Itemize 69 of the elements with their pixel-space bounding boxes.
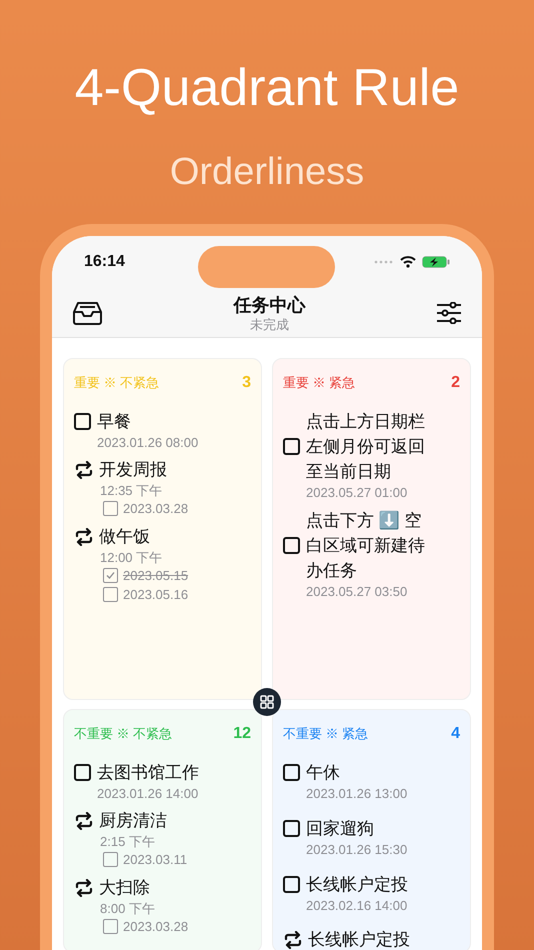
- task-count: 4: [451, 724, 460, 744]
- quadrant-title: 不重要 ※ 紧急: [283, 725, 368, 744]
- task-time: 12:35 下午: [99, 482, 164, 499]
- task-date: 2023.02.16 14:00: [305, 897, 408, 914]
- checkbox[interactable]: [283, 820, 300, 837]
- signal-icon: [374, 260, 394, 264]
- inbox-icon[interactable]: [72, 300, 103, 324]
- task-time: 12:00 下午: [99, 549, 164, 566]
- checkbox[interactable]: [103, 919, 118, 934]
- headline: 4-Quadrant Rule: [74, 58, 460, 119]
- quadrant-card[interactable]: 不重要 ※ 不紧急 12 去图书馆工作 2023.01.26 14:00 厨房清洁 2:15 下午 2023.03.11 大扫除 8:00 下午 2023.03.28: [63, 709, 262, 950]
- checkbox[interactable]: [103, 852, 118, 867]
- wifi-icon: [400, 256, 416, 268]
- quadrant-title: 不重要 ※ 不紧急: [74, 725, 172, 744]
- task-title: 早餐: [97, 411, 131, 433]
- task-date: 2023.01.26 13:00: [305, 785, 408, 802]
- task-title: 开发周报: [99, 459, 167, 481]
- repeat-icon: [74, 528, 94, 546]
- task-title: 长线帐户定投: [308, 929, 410, 950]
- occurrence-date: 2023.03.11: [123, 850, 188, 869]
- task-date: 2023.05.27 03:50: [305, 583, 408, 600]
- nav-subtitle: 未完成: [250, 316, 289, 332]
- repeat-icon: [74, 461, 94, 479]
- repeat-icon: [283, 931, 303, 949]
- task-date: 2023.05.27 01:00: [305, 484, 408, 501]
- task-count: 3: [242, 373, 251, 393]
- occurrence-date: 2023.03.28: [123, 918, 188, 936]
- checkbox[interactable]: [283, 876, 300, 893]
- checkmark-icon: [105, 570, 116, 581]
- quadrant-card[interactable]: 重要 ※ 紧急 2 点击上方日期栏左侧月份可返回至当前日期 2023.05.27 01:00 点击下方 ⬇ 空白区域可新建待办任务 2023.05.27 03:50: [272, 358, 471, 700]
- occurrence-date: 2023.03.28: [123, 500, 188, 518]
- checkbox[interactable]: [74, 764, 91, 781]
- task-title: 大扫除: [99, 877, 150, 899]
- task-title: 长线帐户定投: [306, 874, 408, 896]
- quadrant-card[interactable]: 不重要 ※ 紧急 4 午休 2023.01.26 13:00 回家遛狗 2023.01.26 15:30 长线帐户定投 2023.02.16 14:00 长线帐户定投: [272, 709, 471, 950]
- task-title: 点击下方 ⬇ 空白区域可新建待办任务: [306, 510, 426, 582]
- status-time: 16:14: [84, 252, 125, 272]
- checkbox[interactable]: [103, 568, 118, 583]
- battery-icon: [422, 256, 450, 268]
- repeat-icon: [74, 879, 94, 897]
- task-title: 点击上方日期栏左侧月份可返回至当前日期: [306, 411, 426, 483]
- occurrence-date: 2023.05.15: [123, 566, 188, 585]
- checkbox[interactable]: [74, 413, 91, 430]
- task-date: 2023.01.26 15:30: [305, 841, 408, 858]
- occurrence-date: 2023.05.16: [123, 586, 188, 604]
- task-count: 12: [233, 724, 251, 744]
- task-title: 做午饭: [99, 526, 150, 548]
- task-date: 2023.01.26 08:00: [96, 434, 200, 451]
- task-time: 2:15 下午: [99, 833, 156, 850]
- checkbox[interactable]: [103, 501, 118, 516]
- task-title: 厨房清洁: [99, 810, 167, 832]
- checkbox[interactable]: [283, 764, 300, 781]
- task-date: 2023.01.26 14:00: [96, 785, 200, 802]
- task-title: 去图书馆工作: [97, 762, 199, 784]
- settings-icon[interactable]: [436, 302, 462, 324]
- quadrant-title: 重要 ※ 紧急: [283, 374, 356, 392]
- task-title: 回家遛狗: [306, 818, 374, 840]
- quadrant-card[interactable]: 重要 ※ 不紧急 3 早餐 2023.01.26 08:00 开发周报 12:35 下午 2023.03.28 做午饭 12:00 下午 2023.05.15 2023.05.16: [63, 358, 262, 700]
- quadrant-title: 重要 ※ 不紧急: [74, 374, 160, 392]
- grid-icon: [260, 695, 274, 709]
- checkbox[interactable]: [103, 587, 118, 602]
- task-count: 2: [451, 373, 460, 393]
- nav-title: 任务中心: [234, 294, 306, 316]
- checkbox[interactable]: [283, 537, 300, 554]
- task-title: 午休: [306, 762, 340, 784]
- repeat-icon: [74, 812, 94, 830]
- task-time: 8:00 下午: [99, 900, 156, 917]
- subtitle: Orderliness: [170, 150, 364, 195]
- checkbox[interactable]: [283, 438, 300, 455]
